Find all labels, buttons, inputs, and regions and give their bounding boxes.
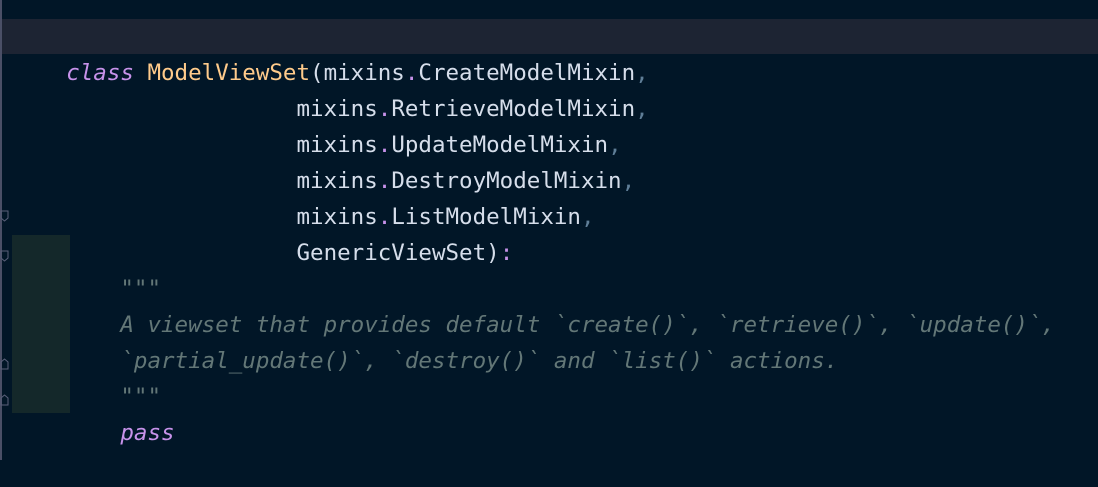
fold-marker-icon[interactable] — [0, 250, 9, 262]
fold-marker-icon[interactable] — [0, 394, 9, 406]
code-line-2: mixins.RetrieveModelMixin, — [12, 55, 648, 122]
comma: , — [621, 168, 636, 194]
base-class-name: GenericViewSet — [296, 240, 487, 266]
code-line-10: """ — [12, 343, 161, 410]
code-line-8: A viewset that provides default `create(… — [12, 271, 1055, 338]
code-line-1: class ModelViewSet(mixins.CreateModelMix… — [12, 19, 649, 86]
close-paren: ) — [486, 240, 500, 266]
docstring-text: `partial_update()`, `destroy()` and `lis… — [120, 348, 839, 374]
code-line-7: """ — [12, 235, 161, 302]
colon: : — [499, 240, 514, 266]
comma: , — [580, 204, 595, 230]
pass-keyword: pass — [120, 420, 175, 446]
code-editor[interactable]: class ModelViewSet(mixins.CreateModelMix… — [0, 0, 1098, 460]
code-line-9: `partial_update()`, `destroy()` and `lis… — [12, 307, 838, 374]
fold-marker-icon[interactable] — [0, 358, 9, 370]
code-line-3: mixins.UpdateModelMixin, — [12, 91, 621, 158]
gutter-guide — [0, 0, 2, 460]
code-line-6: GenericViewSet): — [12, 199, 513, 266]
code-line-11: pass — [12, 379, 174, 446]
comma: , — [635, 96, 649, 122]
fold-marker-icon[interactable] — [0, 210, 9, 222]
code-line-5: mixins.ListModelMixin, — [12, 163, 594, 230]
code-line-4: mixins.DestroyModelMixin, — [12, 127, 635, 194]
